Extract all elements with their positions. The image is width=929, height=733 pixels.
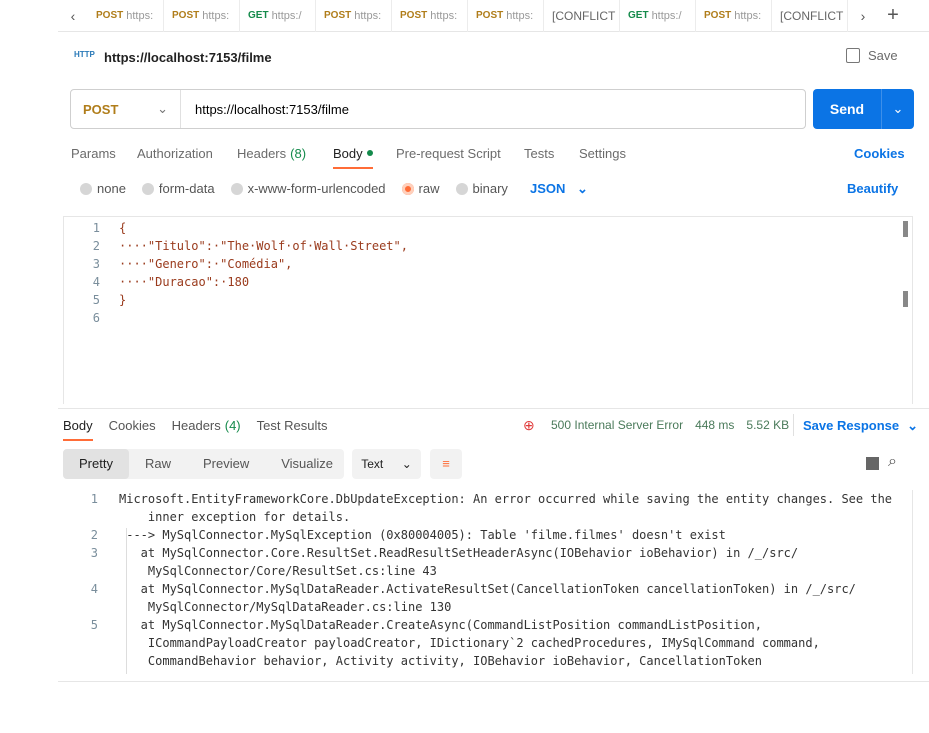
request-tab[interactable]: [CONFLICT (544, 0, 620, 32)
plus-icon[interactable]: + (878, 0, 908, 32)
tab-body[interactable]: Body (333, 146, 373, 161)
view-tab-pretty[interactable]: Pretty (63, 449, 129, 479)
tab-authorization[interactable]: Authorization (137, 146, 213, 161)
code-line: 3 ····"Genero":·"Comédia", (64, 255, 912, 273)
response-tab-test-results[interactable]: Test Results (257, 418, 328, 433)
radio-x-www-form-urlencoded[interactable]: x-www-form-urlencoded (230, 181, 386, 196)
view-tab-preview[interactable]: Preview (187, 449, 265, 479)
radio-icon (230, 183, 243, 195)
copy-icon[interactable] (866, 457, 879, 470)
code-text: { (119, 221, 127, 235)
response-line: 1 Microsoft.EntityFrameworkCore.DbUpdateE… (90, 492, 893, 524)
request-tab[interactable]: POST https: (392, 0, 468, 32)
wrap-lines-icon[interactable]: ≡ (430, 449, 462, 479)
response-tab-cookies[interactable]: Cookies (109, 418, 156, 433)
request-title: https://localhost:7153/filme (104, 50, 272, 65)
code-text: ····"Duracao":·180 (119, 275, 250, 289)
view-tab-raw[interactable]: Raw (129, 449, 187, 479)
save-response-button[interactable]: Save Response ⌄ (803, 418, 918, 434)
tab-headers[interactable]: Headers (8) (237, 146, 306, 161)
method-select[interactable]: POST ⌄ (71, 90, 181, 128)
status-code[interactable]: 500 Internal Server Error (551, 418, 683, 432)
response-line: 5 at MySqlConnector.MySqlDataReader.Crea… (90, 618, 820, 668)
line-number: 2 (92, 239, 100, 253)
response-time[interactable]: 448 ms (695, 418, 734, 432)
line-number: 1 (92, 221, 100, 235)
response-tab-body[interactable]: Body (63, 418, 93, 433)
radio-form-data[interactable]: form-data (141, 181, 215, 196)
response-format-select[interactable]: Text ⌄ (352, 449, 421, 479)
search-icon[interactable]: ⌕ (888, 453, 897, 471)
radio-icon (455, 183, 468, 195)
active-tab-indicator (333, 167, 373, 169)
code-text: ····"Titulo":·"The·Wolf·of·Wall·Street", (119, 239, 408, 253)
tab-pre-request-script[interactable]: Pre-request Script (396, 146, 501, 161)
view-tab-visualize[interactable]: Visualize (265, 449, 349, 479)
cookies-link[interactable]: Cookies (854, 146, 905, 161)
modified-dot-icon (366, 150, 373, 156)
code-line: 6 (64, 309, 912, 327)
radio-raw[interactable]: raw (401, 181, 440, 196)
beautify-link[interactable]: Beautify (847, 181, 898, 196)
code-line: 2 ····"Titulo":·"The·Wolf·of·Wall·Street"… (64, 237, 912, 255)
line-number: 5 (92, 293, 100, 307)
body-format-select[interactable]: JSON ⌄ (530, 181, 588, 197)
save-icon (846, 48, 860, 63)
chevron-down-icon: ⌄ (577, 181, 588, 196)
code-line: 1{ (64, 219, 912, 237)
radio-binary[interactable]: binary (455, 181, 508, 196)
response-body[interactable]: 1 Microsoft.EntityFrameworkCore.DbUpdateE… (63, 490, 913, 674)
globe-error-icon: ⊕ (523, 417, 535, 433)
tab-params[interactable]: Params (71, 146, 116, 161)
radio-icon (401, 183, 414, 195)
code-line: 4 ····"Duracao":·180 (64, 273, 912, 291)
request-tab[interactable]: POST https: (316, 0, 392, 32)
request-tab[interactable]: POST https: (468, 0, 544, 32)
request-tab[interactable]: GET https:/ (240, 0, 316, 32)
chevron-down-icon: ⌄ (157, 101, 168, 116)
radio-none[interactable]: none (80, 181, 126, 196)
request-tab[interactable]: POST https: (88, 0, 164, 32)
active-tab-indicator (63, 439, 93, 441)
url-input[interactable] (181, 101, 781, 117)
chevron-down-icon: ⌄ (907, 418, 919, 433)
url-bar: POST ⌄ (70, 89, 806, 129)
scrollbar[interactable] (903, 221, 908, 237)
response-tab-headers[interactable]: Headers (4) (172, 418, 241, 433)
chevron-right-icon[interactable]: › (848, 0, 878, 32)
body-editor[interactable]: 1{2 ····"Titulo":·"The·Wolf·of·Wall·Stree… (63, 216, 913, 404)
chevron-down-icon[interactable]: ⌄ (881, 89, 914, 129)
tab-tests[interactable]: Tests (524, 146, 554, 161)
code-line: 5} (64, 291, 912, 309)
line-number: 4 (92, 275, 100, 289)
response-line: 2 ---> MySqlConnector.MySqlException (0x… (90, 528, 726, 542)
tab-settings[interactable]: Settings (579, 146, 626, 161)
send-button[interactable]: Send ⌄ (813, 89, 914, 129)
response-line: 4 at MySqlConnector.MySqlDataReader.Acti… (90, 582, 856, 614)
http-icon: HTTP (74, 50, 95, 59)
request-tab[interactable]: [CONFLICT (772, 0, 848, 32)
code-text: ····"Genero":·"Comédia", (119, 257, 293, 271)
radio-icon (80, 183, 92, 195)
line-number: 6 (92, 311, 100, 325)
radio-icon (141, 183, 154, 195)
request-tab[interactable]: POST https: (164, 0, 240, 32)
tab-bar: ‹ POST https: POST https: GET https:/POST http… (58, 0, 929, 32)
save-button[interactable]: Save (846, 48, 898, 63)
line-number: 3 (92, 257, 100, 271)
scrollbar[interactable] (903, 291, 908, 307)
chevron-down-icon: ⌄ (401, 457, 412, 471)
request-tab[interactable]: POST https: (696, 0, 772, 32)
response-line: 3 at MySqlConnector.Core.ResultSet.ReadR… (90, 546, 799, 578)
code-text: } (119, 293, 127, 307)
response-size[interactable]: 5.52 KB (746, 418, 789, 432)
request-tab[interactable]: GET https:/ (620, 0, 696, 32)
chevron-left-icon[interactable]: ‹ (58, 0, 88, 32)
